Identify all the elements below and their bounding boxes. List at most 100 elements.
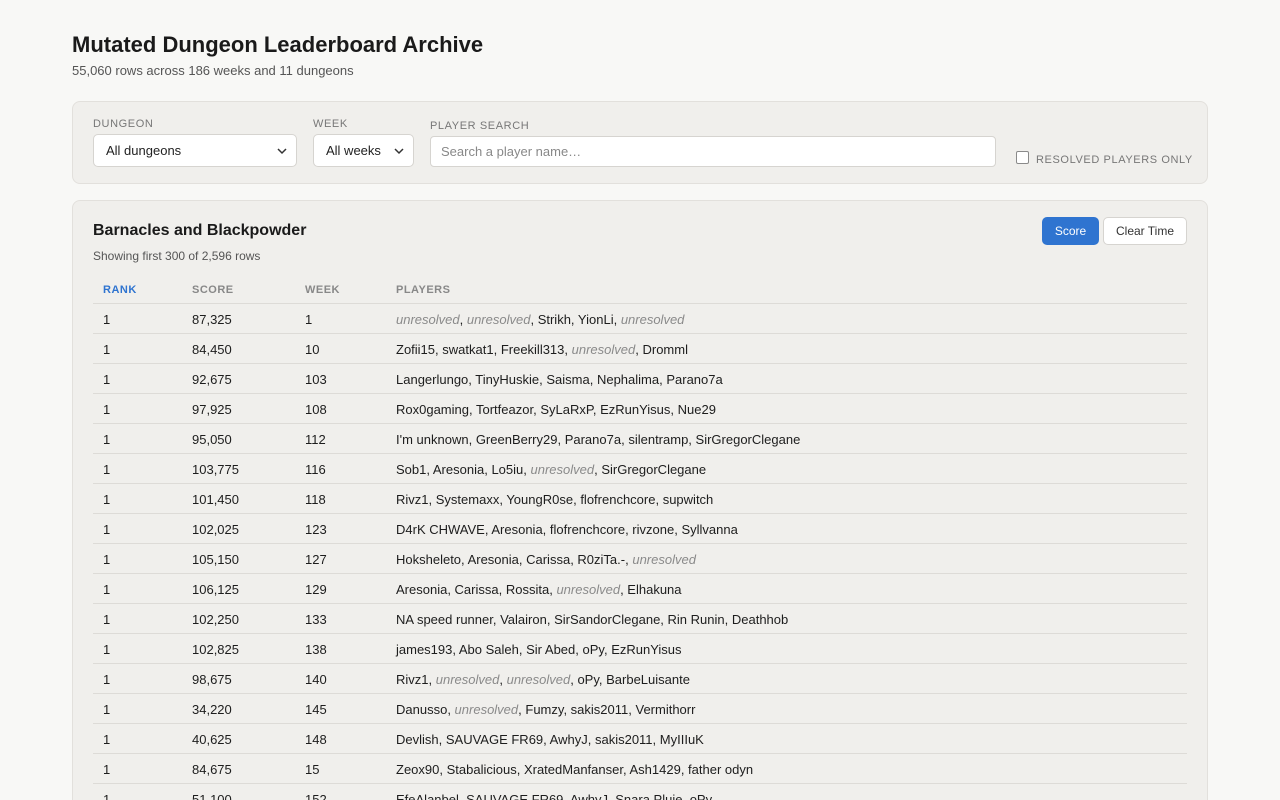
player-name: Zofii15 — [396, 342, 436, 357]
score-button[interactable]: Score — [1042, 217, 1099, 245]
column-header-rank[interactable]: RANK — [103, 284, 137, 296]
player-name: Vermithorr — [635, 702, 696, 717]
score-cell: 95,050 — [192, 432, 232, 447]
player-name: SyLaRxP — [540, 402, 593, 417]
player-name: sakis2011 — [570, 702, 629, 717]
score-cell: 102,825 — [192, 642, 239, 657]
score-cell: 97,925 — [192, 402, 232, 417]
player-name: Hoksheleto — [396, 552, 462, 567]
player-name: SAUVAGE FR69 — [445, 732, 544, 747]
player-search-label: PLAYER SEARCH — [430, 120, 530, 132]
week-cell: 108 — [305, 402, 327, 417]
player-name: YionLi — [577, 312, 614, 327]
player-name: YoungR0se — [506, 492, 574, 507]
column-header-score[interactable]: SCORE — [192, 284, 234, 296]
dungeon-select-value: All dungeons — [106, 143, 182, 158]
player-name: Saisma — [546, 372, 590, 387]
players-cell: Rivz1, unresolved, unresolved, oPy, Barb… — [396, 672, 690, 687]
player-name: Fumzy — [525, 702, 564, 717]
table-row: 1 40,625 148 Devlish, SAUVAGE FR69, AwhyJ, … — [93, 724, 1187, 754]
player-name: Danusso — [396, 702, 448, 717]
player-name: Strikh — [537, 312, 571, 327]
resolved-players-checkbox[interactable] — [1016, 151, 1029, 164]
score-cell: 34,220 — [192, 702, 232, 717]
score-cell: 103,775 — [192, 462, 239, 477]
player-name: Aresonia — [467, 552, 519, 567]
player-name: SirGregorClegane — [601, 462, 707, 477]
rank-cell: 1 — [103, 432, 111, 447]
player-name: EzRunYisus — [600, 402, 671, 417]
table-row: 1 84,450 10 Zofii15, swatkat1, Freekill313,… — [93, 334, 1187, 364]
page-header: Mutated Dungeon Leaderboard Archive 55,0… — [72, 32, 483, 78]
player-name: I'm unknown — [396, 432, 469, 447]
player-name: Ash1429 — [629, 762, 681, 777]
players-cell: Sob1, Aresonia, Lo5iu, unresolved, SirGr… — [396, 462, 707, 477]
rank-cell: 1 — [103, 522, 111, 537]
rank-cell: 1 — [103, 372, 111, 387]
row-count-text: Showing first 300 of 2,596 rows — [93, 249, 261, 263]
clear-time-button[interactable]: Clear Time — [1103, 217, 1187, 245]
table-row: 1 92,675 103 Langerlungo, TinyHuskie, Saism… — [93, 364, 1187, 394]
rank-cell: 1 — [103, 762, 111, 777]
player-name: Nephalima — [596, 372, 660, 387]
rank-cell: 1 — [103, 732, 111, 747]
player-name: Freekill313 — [500, 342, 565, 357]
table-row: 1 98,675 140 Rivz1, unresolved, unresolved,… — [93, 664, 1187, 694]
week-select-value: All weeks — [326, 143, 381, 158]
resolved-players-label[interactable]: RESOLVED PLAYERS ONLY — [1036, 154, 1193, 166]
player-name: Nue29 — [677, 402, 716, 417]
dungeon-select[interactable]: All dungeons — [93, 134, 297, 167]
week-cell: 10 — [305, 342, 320, 357]
rank-cell: 1 — [103, 612, 111, 627]
table-body: 1 87,325 1 unresolved, unresolved, Strikh, … — [93, 304, 1187, 800]
score-cell: 105,150 — [192, 552, 239, 567]
player-name: Zeox90 — [396, 762, 440, 777]
rank-cell: 1 — [103, 792, 111, 800]
week-cell: 1 — [305, 312, 313, 327]
table-row: 1 105,150 127 Hoksheleto, Aresonia, Carissa… — [93, 544, 1187, 574]
table-row: 1 95,050 112 I'm unknown, GreenBerry29, Par… — [93, 424, 1187, 454]
player-name: Devlish — [396, 732, 439, 747]
player-name: Rivz1 — [396, 672, 429, 687]
column-header-week[interactable]: WEEK — [305, 284, 340, 296]
leaderboard-table: RANK SCORE WEEK PLAYERS 1 87,325 1 unresolv… — [93, 275, 1187, 800]
player-name: Valairon — [500, 612, 547, 627]
week-select[interactable]: All weeks — [313, 134, 414, 167]
unresolved-player: unresolved — [632, 552, 696, 567]
players-cell: Langerlungo, TinyHuskie, Saisma, Nephali… — [396, 372, 723, 387]
score-cell: 40,625 — [192, 732, 232, 747]
week-cell: 118 — [305, 492, 326, 507]
score-cell: 101,450 — [192, 492, 239, 507]
score-cell: 87,325 — [192, 312, 232, 327]
player-search-placeholder: Search a player name… — [441, 144, 582, 159]
player-name: Langerlungo — [396, 372, 469, 387]
player-search-input[interactable]: Search a player name… — [430, 136, 996, 167]
player-name: Aresonia — [396, 582, 448, 597]
rank-cell: 1 — [103, 702, 111, 717]
player-name: Aresonia — [432, 462, 485, 477]
table-row: 1 102,250 133 NA speed runner, Valairon, Si… — [93, 604, 1187, 634]
table-row: 1 51,100 152 EfeAlanbel, SAUVAGE FR69, Awhy… — [93, 784, 1187, 800]
player-name: Rossita — [505, 582, 550, 597]
player-name: Parano7a — [666, 372, 723, 387]
table-row: 1 102,825 138 james193, Abo Saleh, Sir Abed… — [93, 634, 1187, 664]
players-cell: Rivz1, Systemaxx, YoungR0se, flofrenchco… — [396, 492, 714, 507]
rank-cell: 1 — [103, 492, 111, 507]
player-name: Carissa — [526, 552, 571, 567]
player-name: Sir Abed — [526, 642, 576, 657]
score-cell: 98,675 — [192, 672, 232, 687]
player-name: Deathhob — [731, 612, 789, 627]
week-filter-label: WEEK — [313, 118, 348, 130]
table-row: 1 34,220 145 Danusso, unresolved, Fumzy, sa… — [93, 694, 1187, 724]
player-name: Rox0gaming — [396, 402, 469, 417]
player-name: SirSandorClegane — [554, 612, 661, 627]
player-name: Systemaxx — [435, 492, 500, 507]
score-cell: 84,675 — [192, 762, 232, 777]
table-header: RANK SCORE WEEK PLAYERS — [93, 275, 1187, 304]
players-cell: Devlish, SAUVAGE FR69, AwhyJ, sakis2011,… — [396, 732, 704, 747]
column-header-players[interactable]: PLAYERS — [396, 284, 450, 296]
score-cell: 92,675 — [192, 372, 232, 387]
player-name: EfeAlanbel — [396, 792, 459, 800]
unresolved-player: unresolved — [454, 702, 519, 717]
rank-cell: 1 — [103, 642, 111, 657]
